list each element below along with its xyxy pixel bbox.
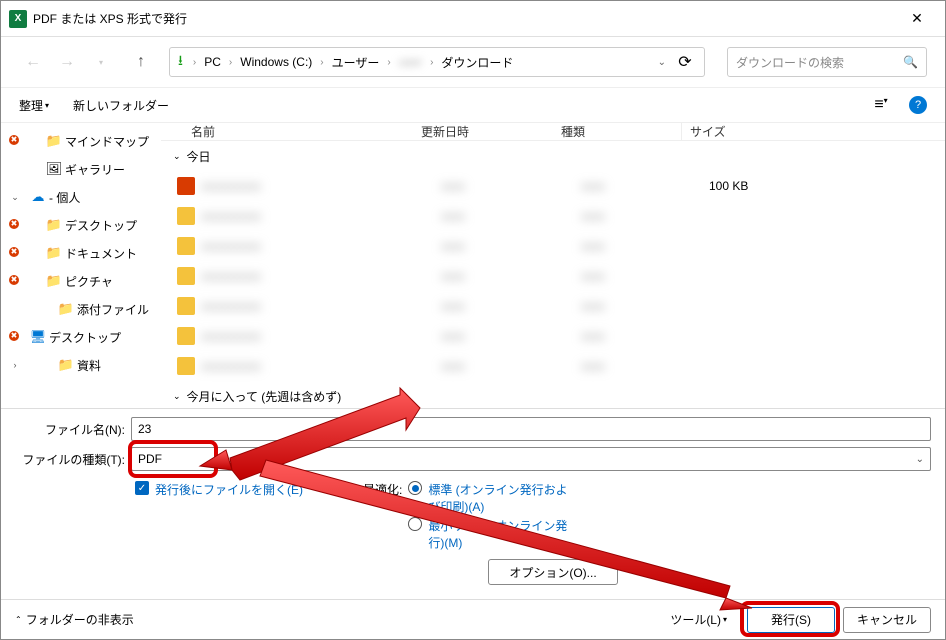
- file-list: 名前 更新日時 種類 サイズ ⌄今日 xxxxxxxxxx xxxx xxxx1…: [161, 123, 945, 408]
- tree-item[interactable]: 🖼ギャラリー: [1, 155, 161, 183]
- file-row[interactable]: xxxxxxxxxx xxxx xxxx: [161, 201, 945, 231]
- excel-icon: X: [9, 10, 27, 28]
- help-button[interactable]: ?: [909, 96, 927, 114]
- search-icon: 🔍: [903, 55, 918, 69]
- file-row[interactable]: xxxxxxxxxx xxxx xxxx: [161, 291, 945, 321]
- breadcrumb[interactable]: ⭳ › PC › Windows (C:) › ユーザー › user › ダウ…: [169, 47, 705, 77]
- up-button[interactable]: ↑: [127, 48, 155, 76]
- chevron-down-icon: ⌄: [916, 454, 924, 465]
- tree-item[interactable]: ›📁デスクトップ: [1, 211, 161, 239]
- search-input[interactable]: ダウンロードの検索 🔍: [727, 47, 927, 77]
- filename-label: ファイル名(N):: [15, 421, 125, 438]
- tools-menu[interactable]: ツール(L) ▾: [670, 611, 727, 628]
- breadcrumb-item[interactable]: PC: [200, 53, 225, 71]
- column-name[interactable]: 名前: [161, 123, 421, 140]
- cancel-button[interactable]: キャンセル: [843, 607, 931, 633]
- filetype-label: ファイルの種類(T):: [15, 451, 125, 468]
- tree-item[interactable]: ›📁資料: [1, 351, 161, 379]
- file-row[interactable]: xxxxxxxxxx xxxx xxxx100 KB: [161, 171, 945, 201]
- file-row[interactable]: xxxxxxxxxx xxxx xxxx: [161, 351, 945, 381]
- breadcrumb-item[interactable]: Windows (C:): [236, 53, 316, 71]
- filetype-select[interactable]: PDF ⌄: [131, 447, 931, 471]
- filename-input[interactable]: [131, 417, 931, 441]
- back-button[interactable]: ←: [19, 48, 47, 76]
- download-icon: ⭳: [178, 50, 183, 74]
- column-date[interactable]: 更新日時: [421, 123, 561, 140]
- tree-item[interactable]: ›📁ピクチャ: [1, 267, 161, 295]
- file-row[interactable]: xxxxxxxxxx xxxx xxxx: [161, 231, 945, 261]
- open-after-checkbox[interactable]: ✓: [135, 481, 149, 495]
- organize-menu[interactable]: 整理 ▾: [19, 97, 49, 114]
- column-type[interactable]: 種類: [561, 123, 681, 140]
- tree-item[interactable]: ›📁ドキュメント: [1, 239, 161, 267]
- tree-item[interactable]: 📁マインドマップ: [1, 127, 161, 155]
- group-header[interactable]: ⌄今日: [161, 141, 945, 171]
- options-button[interactable]: オプション(O)...: [488, 559, 617, 585]
- breadcrumb-item[interactable]: ユーザー: [328, 52, 384, 73]
- folder-tree: 📁マインドマップ🖼ギャラリー⌄☁ - 個人›📁デスクトップ›📁ドキュメント›📁ピ…: [1, 123, 161, 408]
- file-row[interactable]: xxxxxxxxxx xxxx xxxx: [161, 261, 945, 291]
- tree-item[interactable]: 📁添付ファイル: [1, 295, 161, 323]
- file-row[interactable]: xxxxxxxxxx xxxx xxxx: [161, 321, 945, 351]
- publish-button[interactable]: 発行(S): [747, 607, 835, 633]
- breadcrumb-item[interactable]: ダウンロード: [437, 52, 517, 73]
- optimize-minimum-radio[interactable]: [408, 517, 422, 531]
- column-size[interactable]: サイズ: [681, 123, 761, 140]
- window-title: PDF または XPS 形式で発行: [33, 10, 897, 27]
- hide-folders-button[interactable]: ⌃ フォルダーの非表示: [15, 611, 134, 628]
- recent-dropdown[interactable]: ▾: [87, 48, 115, 76]
- chevron-up-icon: ⌃: [15, 615, 22, 624]
- group-header[interactable]: ⌄今月に入って (先週は含めず): [161, 381, 945, 411]
- view-menu[interactable]: ≡ ▾: [871, 96, 891, 114]
- open-after-label: 発行後にファイルを開く(E): [155, 481, 303, 498]
- optimize-label: 最適化:: [363, 481, 402, 553]
- chevron-down-icon[interactable]: ⌄: [658, 57, 666, 68]
- tree-item[interactable]: ⌄🖥デスクトップ: [1, 323, 161, 351]
- close-button[interactable]: ✕: [897, 4, 937, 34]
- tree-item[interactable]: ⌄☁ - 個人: [1, 183, 161, 211]
- search-placeholder: ダウンロードの検索: [736, 54, 903, 71]
- forward-button[interactable]: →: [53, 48, 81, 76]
- optimize-standard-radio[interactable]: [408, 481, 422, 495]
- refresh-button[interactable]: ⟳: [672, 52, 698, 72]
- new-folder-button[interactable]: 新しいフォルダー: [73, 97, 169, 114]
- breadcrumb-item[interactable]: user: [395, 53, 426, 71]
